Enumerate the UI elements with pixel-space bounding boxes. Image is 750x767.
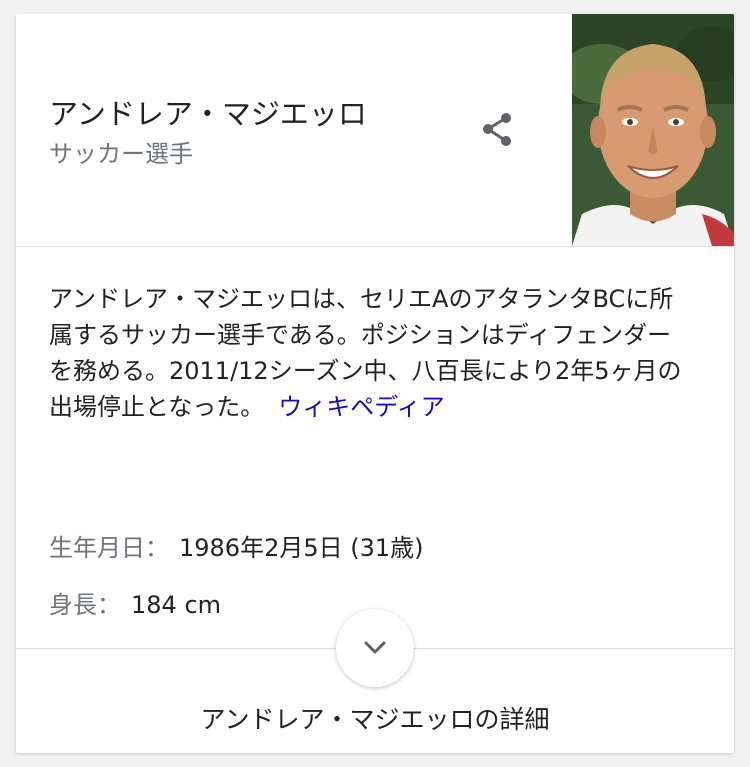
- entity-name: アンドレア・マジエッロ: [49, 97, 367, 131]
- more-about-link[interactable]: アンドレア・マジエッロの詳細: [16, 700, 734, 736]
- fact-label: 身長：: [49, 591, 121, 619]
- panel-header: アンドレア・マジエッロ サッカー選手: [16, 14, 734, 247]
- entity-type: サッカー選手: [49, 140, 193, 168]
- entity-description: アンドレア・マジエッロは、セリエAのアタランタBCに所属するサッカー選手である。…: [49, 281, 689, 425]
- fact-value: 1986年2月5日 (31歳): [179, 534, 424, 562]
- fact-row-height: 身長： 184 cm: [49, 585, 221, 620]
- expand-button[interactable]: [336, 609, 414, 687]
- player-photo[interactable]: [572, 14, 734, 246]
- fact-value: 184 cm: [131, 591, 222, 619]
- share-icon: [483, 113, 511, 146]
- wikipedia-link[interactable]: ウィキペディア: [278, 393, 444, 421]
- chevron-down-icon: [364, 641, 386, 654]
- knowledge-panel: アンドレア・マジエッロ サッカー選手 アンドレア・マジエッロは、セリエAのアタラ…: [16, 14, 734, 753]
- share-button[interactable]: [476, 108, 520, 152]
- fact-row-birthdate: 生年月日： 1986年2月5日 (31歳): [49, 528, 424, 563]
- player-portrait-image: [572, 14, 734, 246]
- fact-label: 生年月日：: [49, 534, 169, 562]
